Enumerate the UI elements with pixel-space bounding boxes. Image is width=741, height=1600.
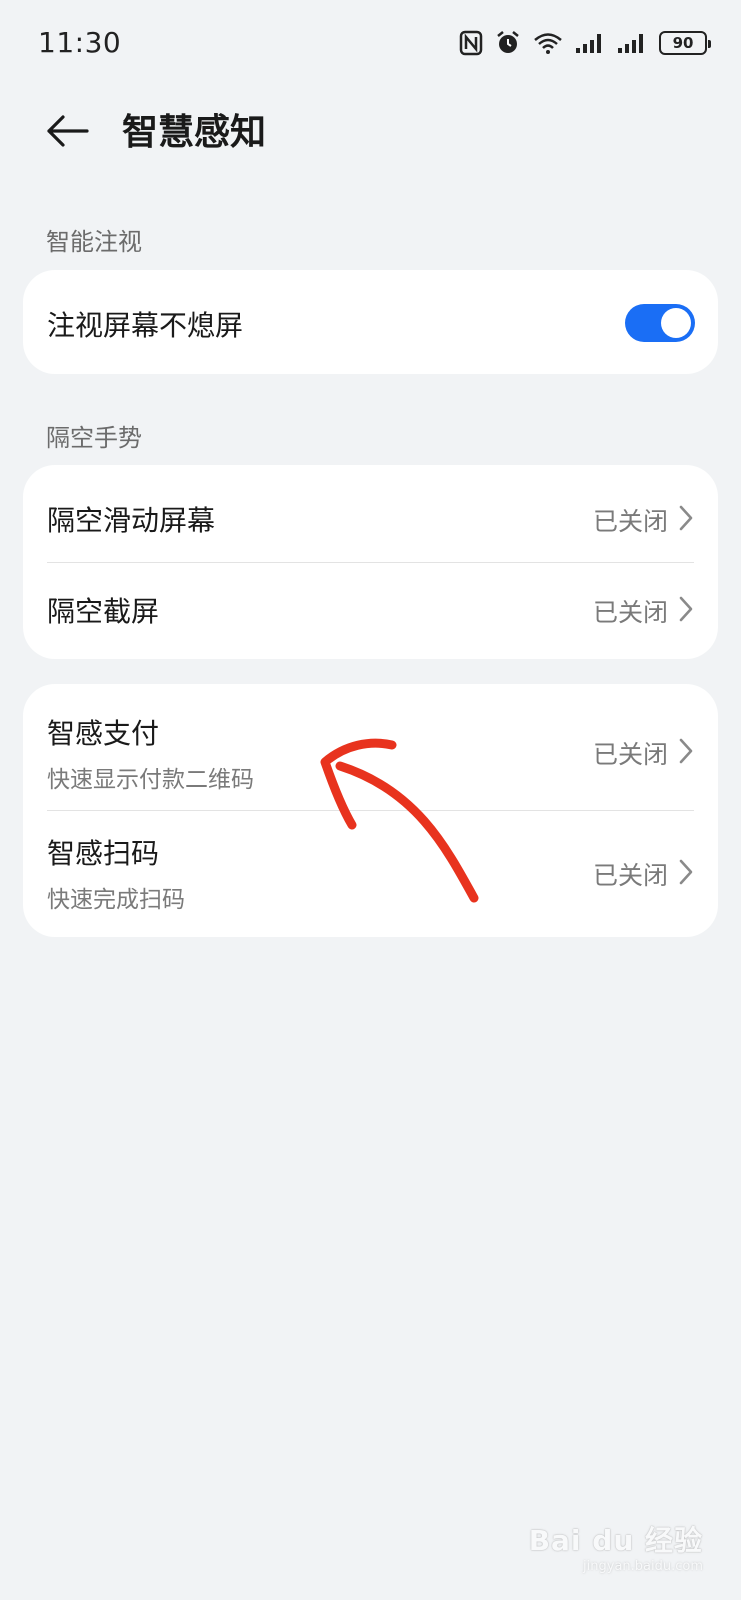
chevron-right-icon bbox=[679, 738, 693, 764]
chevron-right-icon bbox=[679, 505, 693, 531]
back-button[interactable] bbox=[40, 106, 94, 160]
toggle-knob bbox=[661, 308, 691, 338]
row-title: 注视屏幕不熄屏 bbox=[47, 309, 244, 342]
status-icons: 90 bbox=[459, 26, 711, 60]
status-bar: 11:30 90 bbox=[0, 0, 741, 86]
settings-page: 11:30 90 智慧感知 智能注视 注视屏幕不熄屏 隔空手势 隔空滑动屏幕 已… bbox=[0, 0, 741, 1600]
alarm-icon bbox=[495, 30, 521, 56]
battery-icon: 90 bbox=[659, 31, 711, 55]
row-status: 已关闭 bbox=[592, 598, 668, 627]
chevron-right-icon bbox=[679, 859, 693, 885]
watermark-url: jingyan.baidu.com bbox=[583, 1559, 703, 1574]
row-smart-scan[interactable]: 智感扫码 快速完成扫码 已关闭 bbox=[23, 810, 718, 937]
card-air-gesture: 隔空滑动屏幕 已关闭 隔空截屏 已关闭 bbox=[23, 465, 718, 659]
card-smart-gaze: 注视屏幕不熄屏 bbox=[23, 270, 718, 374]
header: 智慧感知 bbox=[0, 88, 741, 178]
page-title: 智慧感知 bbox=[122, 112, 267, 153]
row-title: 隔空滑动屏幕 bbox=[47, 504, 216, 537]
row-title: 智感扫码 bbox=[47, 837, 160, 870]
back-arrow-icon bbox=[45, 114, 89, 152]
row-title: 隔空截屏 bbox=[47, 595, 160, 628]
status-time: 11:30 bbox=[38, 26, 122, 59]
row-air-screenshot[interactable]: 隔空截屏 已关闭 bbox=[23, 562, 718, 659]
row-subtitle: 快速完成扫码 bbox=[47, 887, 185, 913]
row-gaze-keep-screen-on[interactable]: 注视屏幕不熄屏 bbox=[23, 270, 718, 374]
row-smart-pay[interactable]: 智感支付 快速显示付款二维码 已关闭 bbox=[23, 684, 718, 810]
row-air-swipe[interactable]: 隔空滑动屏幕 已关闭 bbox=[23, 465, 718, 562]
signal-icon bbox=[617, 32, 647, 54]
battery-level: 90 bbox=[672, 34, 694, 52]
signal-icon bbox=[575, 32, 605, 54]
row-status: 已关闭 bbox=[592, 861, 668, 890]
watermark-logo: Bai du 经验 bbox=[528, 1524, 703, 1557]
wifi-icon bbox=[533, 31, 563, 55]
section-label-air-gesture: 隔空手势 bbox=[46, 424, 142, 452]
section-label-smart-gaze: 智能注视 bbox=[46, 228, 142, 256]
row-status: 已关闭 bbox=[592, 740, 668, 769]
row-status: 已关闭 bbox=[592, 507, 668, 536]
nfc-icon bbox=[459, 30, 483, 56]
chevron-right-icon bbox=[679, 596, 693, 622]
card-smart-sense: 智感支付 快速显示付款二维码 已关闭 智感扫码 快速完成扫码 已关闭 bbox=[23, 684, 718, 937]
row-title: 智感支付 bbox=[47, 717, 160, 750]
row-subtitle: 快速显示付款二维码 bbox=[47, 767, 254, 793]
watermark: Bai du 经验 jingyan.baidu.com bbox=[529, 1519, 703, 1574]
gaze-keep-on-toggle[interactable] bbox=[625, 304, 695, 342]
